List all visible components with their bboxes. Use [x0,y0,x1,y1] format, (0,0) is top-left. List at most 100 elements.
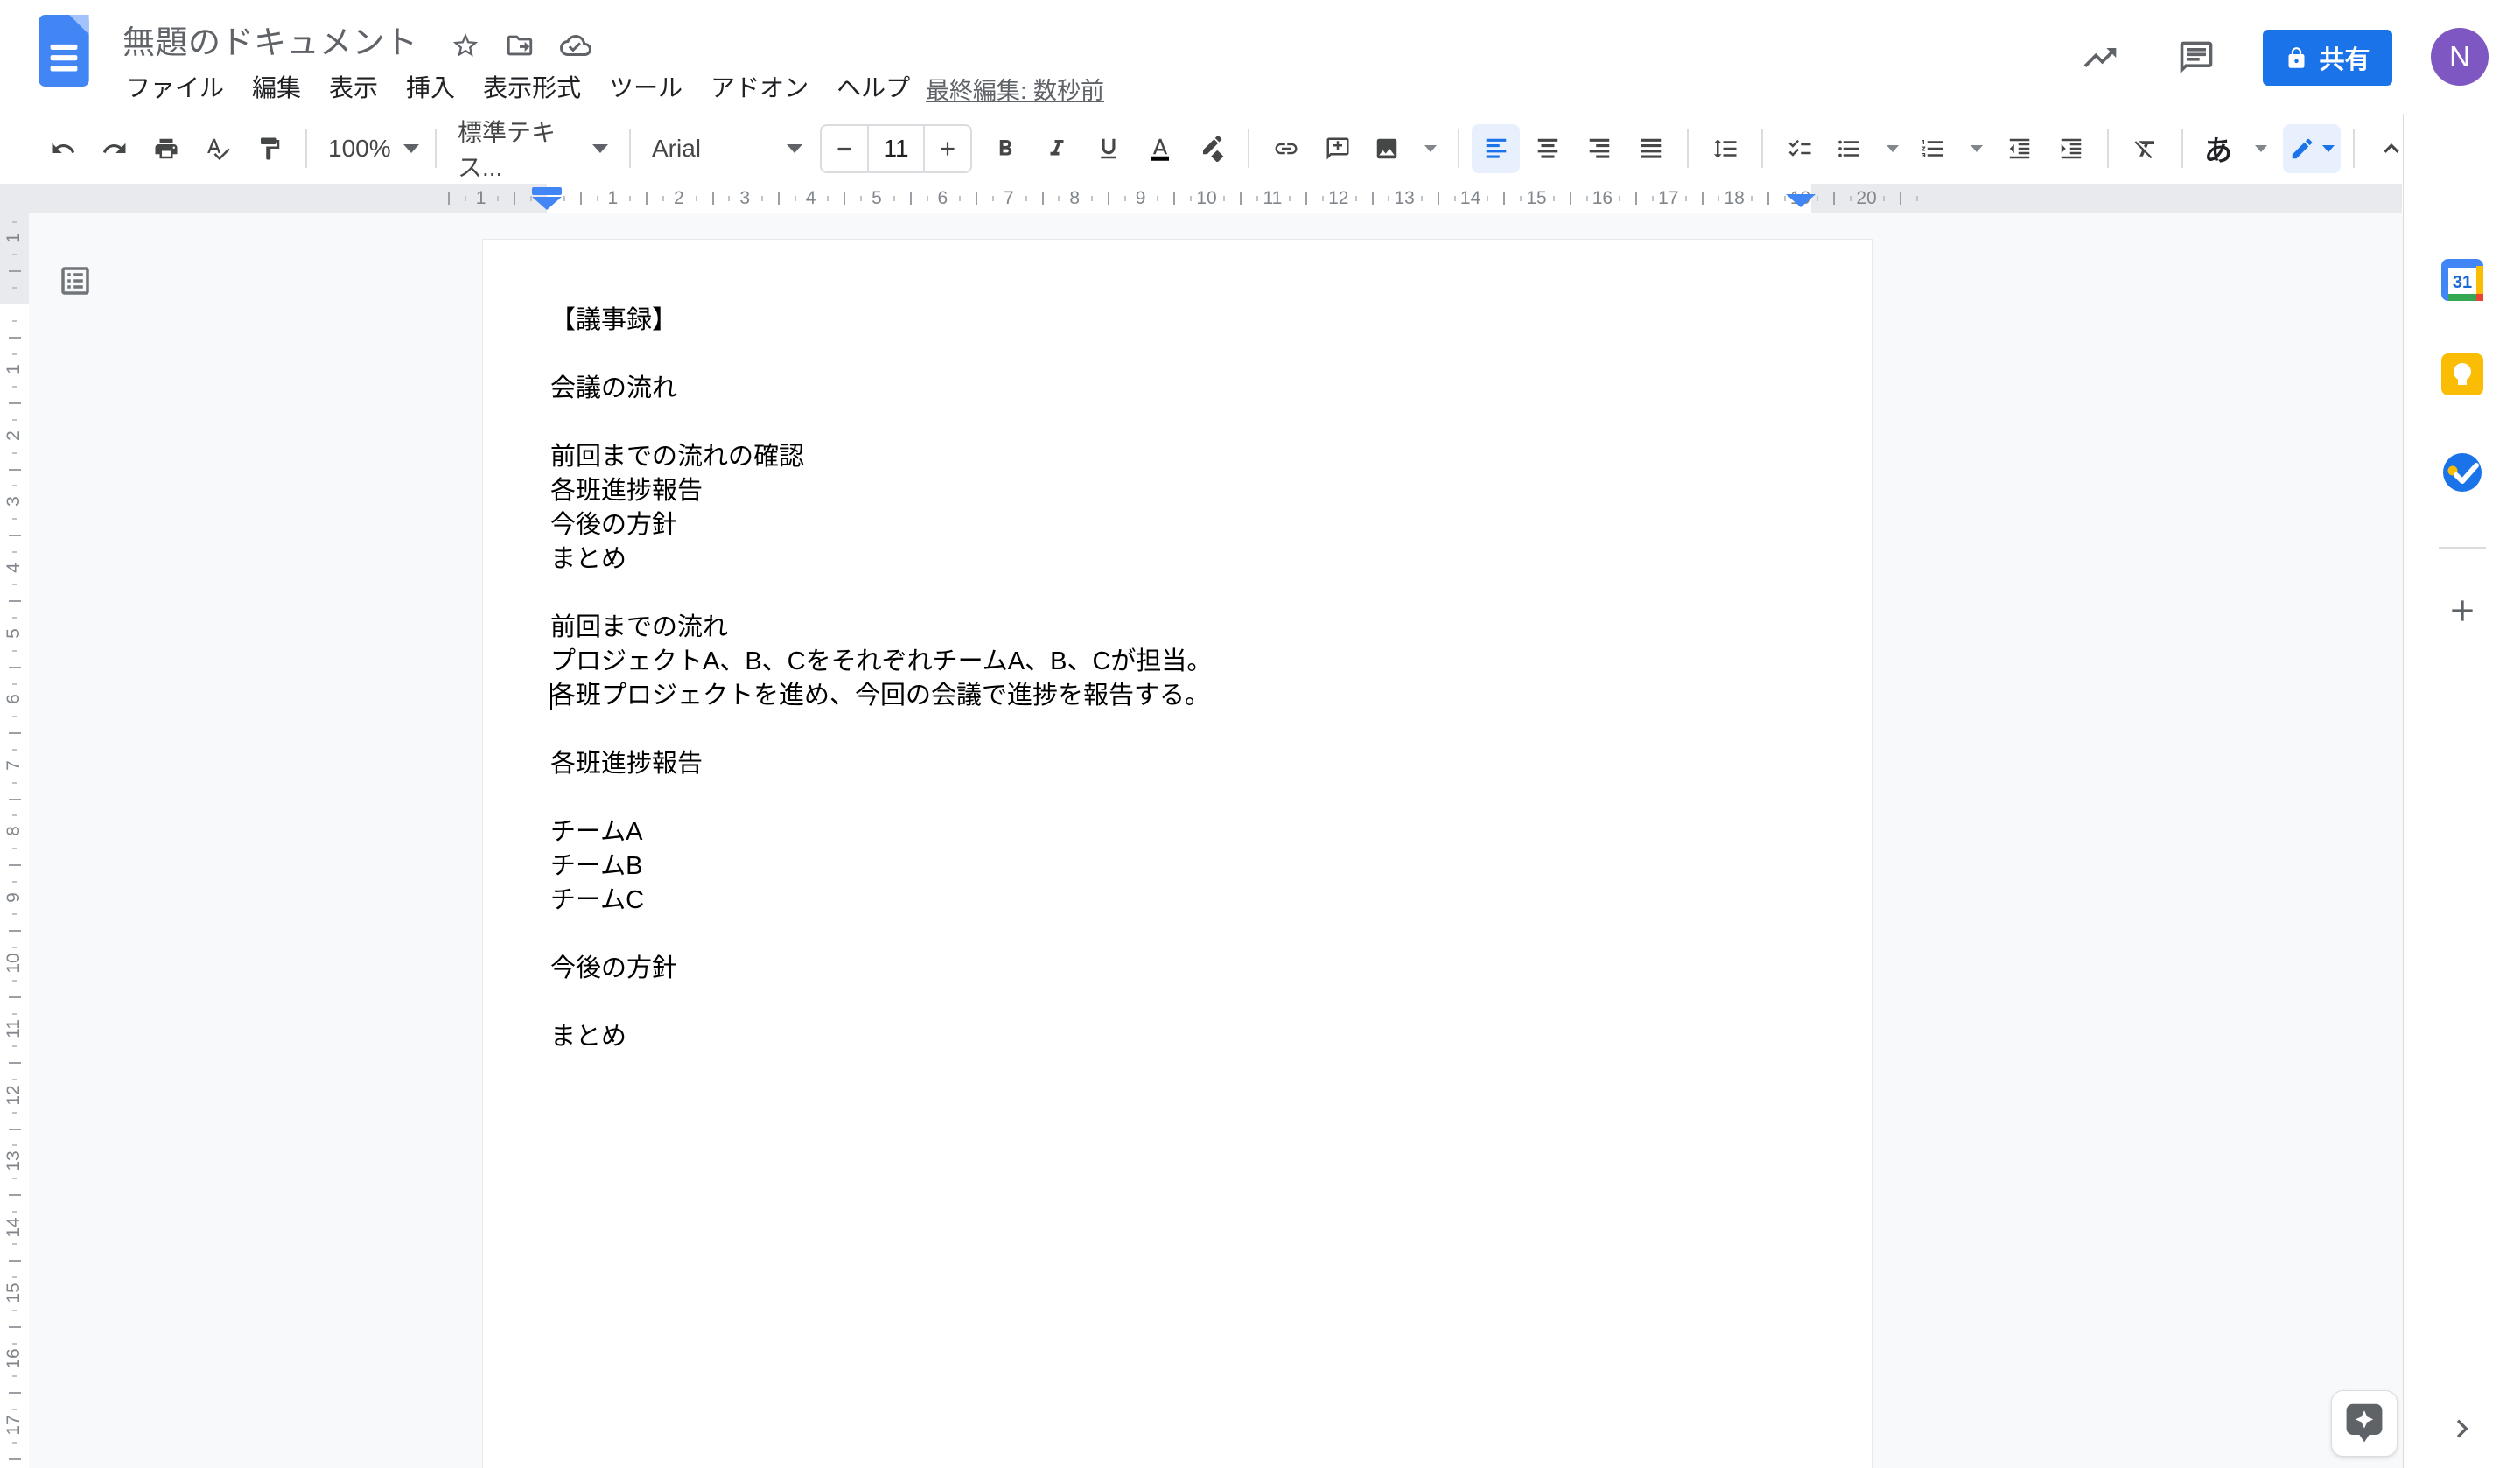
document-text[interactable]: 【議事録】会議の流れ前回までの流れの確認各班進捗報告今後の方針まとめ前回までの流… [550,304,1819,1054]
cloud-saved-icon[interactable] [558,28,593,63]
toolbar: 100% 標準テキス... Arial 11 [0,114,2520,184]
line-spacing-icon[interactable] [1701,124,1749,173]
text-color-icon[interactable] [1136,124,1184,173]
link-icon[interactable] [1262,124,1310,173]
ruler-tick [1026,196,1027,201]
redo-icon[interactable] [90,124,138,173]
avatar[interactable]: N [2431,28,2488,86]
ruler-tick [12,1243,18,1245]
align-left-icon[interactable] [1472,124,1520,173]
menu-item-0[interactable]: ファイル [112,64,238,109]
ruler-tick [9,1260,21,1262]
doc-line-7: まとめ [550,542,1819,577]
ruler-tick [1438,192,1439,205]
left-indent-marker[interactable] [532,197,562,210]
calendar-icon[interactable]: 31 [2441,259,2483,301]
font-size-value[interactable]: 11 [869,135,923,163]
zoom-select[interactable]: 100% [319,124,423,173]
highlight-color-icon[interactable] [1187,124,1236,173]
decrease-font-size-button[interactable] [822,126,867,171]
ruler-number: 9 [1136,188,1146,209]
clear-format-icon[interactable] [2121,124,2169,173]
chevron-right-icon[interactable] [2437,1404,2486,1453]
divider [2181,129,2183,168]
outline-icon[interactable] [51,256,100,305]
ruler-tick [12,1409,18,1410]
menu-item-3[interactable]: 挿入 [392,64,469,109]
ruler-number: 12 [4,1085,24,1105]
plus-icon[interactable] [2441,590,2483,632]
menu-item-4[interactable]: 表示形式 [469,64,595,109]
menu-item-1[interactable]: 編集 [238,64,315,109]
ruler-tick [12,1178,18,1179]
doc-line-17: チームC [550,884,1819,918]
chevron-down-icon [1970,145,1983,152]
doc-line-14 [550,781,1819,815]
underline-icon[interactable] [1084,124,1132,173]
ruler-tick [976,192,977,205]
ruler-tick [1108,192,1110,205]
insert-image-control[interactable] [1365,124,1446,173]
share-button[interactable]: 共有 [2263,30,2392,86]
document-page[interactable]: 【議事録】会議の流れ前回までの流れの確認各班進捗報告今後の方針まとめ前回までの流… [482,239,1872,1468]
styles-select[interactable]: 標準テキス... [449,124,617,173]
ruler-tick [465,196,466,201]
spellcheck-icon[interactable] [193,124,242,173]
add-comment-icon[interactable] [1313,124,1362,173]
ruler-tick [1372,192,1374,205]
move-folder-icon[interactable] [502,28,537,63]
bulleted-list-control[interactable] [1827,124,1908,173]
numbered-list-control[interactable] [1911,124,1992,173]
doc-title[interactable]: 無題のドキュメント [122,16,418,63]
ruler-number: 10 [1196,188,1216,209]
bold-icon[interactable] [981,124,1029,173]
stats-icon[interactable] [2076,33,2124,82]
print-icon[interactable] [142,124,190,173]
paint-format-icon[interactable] [245,124,293,173]
menu-item-2[interactable]: 表示 [315,64,392,109]
chevron-down-icon [2322,145,2334,152]
document-canvas[interactable]: 【議事録】会議の流れ前回までの流れの確認各班進捗報告今後の方針まとめ前回までの流… [0,213,2403,1468]
chevron-down-icon [1424,145,1437,152]
ruler-tick [1322,196,1324,201]
input-tools-control[interactable]: あ [2195,124,2276,173]
menu-item-6[interactable]: アドオン [696,64,822,109]
comments-icon[interactable] [2172,33,2221,82]
doc-line-18 [550,918,1819,952]
justify-icon[interactable] [1627,124,1675,173]
font-select[interactable]: Arial [643,124,811,173]
ruler-number: 7 [1004,188,1014,209]
undo-icon[interactable] [38,124,87,173]
italic-icon[interactable] [1032,124,1081,173]
ruler-tick [12,749,18,751]
ruler-number: 10 [4,953,24,973]
docs-logo[interactable] [37,14,91,87]
menu-item-5[interactable]: ツール [595,64,696,109]
indent-icon[interactable] [2047,124,2095,173]
menu-item-7[interactable]: ヘルプ [822,64,924,109]
ruler-tick [1173,192,1175,205]
ruler-tick [1289,196,1291,201]
explore-button[interactable] [2331,1390,2398,1457]
outdent-icon[interactable] [1995,124,2043,173]
editing-mode-button[interactable] [2283,124,2341,173]
last-edit-link[interactable]: 最終編集: 数秒前 [926,72,1104,106]
increase-font-size-button[interactable] [925,126,970,171]
ruler-tick [9,1129,21,1130]
insert-image-icon [1374,136,1400,162]
checklist-icon[interactable] [1775,124,1824,173]
right-indent-marker[interactable] [1786,194,1816,207]
align-center-icon[interactable] [1523,124,1572,173]
ruler-tick [12,1112,18,1114]
first-line-indent-marker[interactable] [532,187,562,195]
ruler-number: 2 [4,430,24,441]
ruler-number: 11 [4,1019,24,1038]
ruler-tick [646,192,648,205]
ruler-number: 1 [476,188,486,209]
keep-icon[interactable] [2441,353,2483,395]
ruler-tick [12,1310,18,1311]
align-right-icon[interactable] [1575,124,1623,173]
tasks-icon[interactable] [2441,451,2483,493]
ruler-tick [12,1343,18,1345]
star-icon[interactable] [448,28,483,63]
